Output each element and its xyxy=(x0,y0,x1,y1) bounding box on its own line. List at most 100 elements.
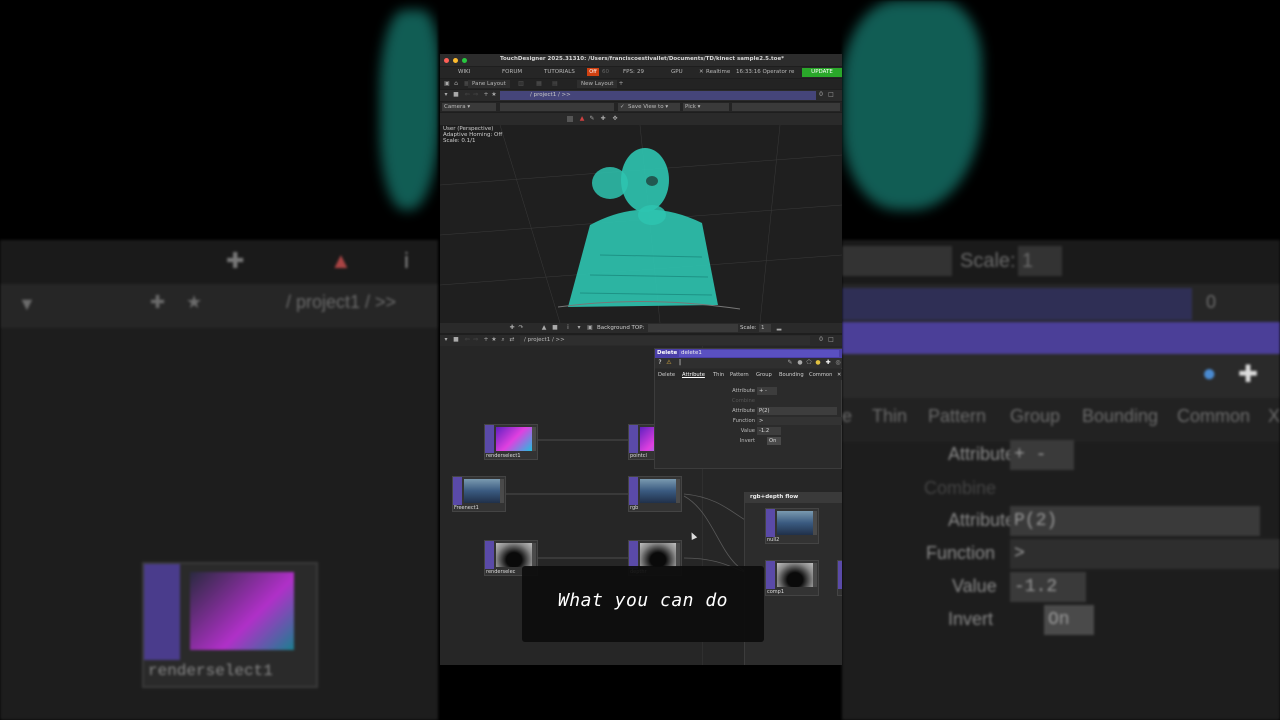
pick-field[interactable] xyxy=(732,103,840,111)
python-icon[interactable]: ● xyxy=(815,360,821,366)
node-comp1[interactable]: comp1 xyxy=(765,560,819,596)
bg-field-blank xyxy=(842,246,952,276)
node-thumbnail xyxy=(496,427,532,451)
tab-pane-layout[interactable]: Pane Layout xyxy=(468,80,510,88)
tab-bounding[interactable]: Bounding xyxy=(779,372,804,378)
home-view-icon[interactable] xyxy=(567,116,573,122)
net-back-icon[interactable]: ⇦ xyxy=(464,337,470,343)
maximize-pane-icon[interactable]: □ xyxy=(828,92,834,98)
save-view-select[interactable]: Save View to ▾ xyxy=(626,103,680,111)
tab-attribute[interactable]: Attribute xyxy=(682,372,705,378)
net-maximize-icon[interactable]: □ xyxy=(828,337,834,343)
off-badge[interactable]: Off xyxy=(587,68,599,76)
op-name-field[interactable]: delete1 xyxy=(679,350,839,357)
stop-icon[interactable]: ■ xyxy=(453,92,459,98)
menu-wiki[interactable]: WIKI xyxy=(458,69,470,75)
net-collapse-icon[interactable]: ▾ xyxy=(443,337,449,343)
add-op-icon[interactable]: + xyxy=(483,92,489,98)
home-icon[interactable]: ⌂ xyxy=(453,81,459,87)
forward-icon[interactable]: ⇨ xyxy=(473,92,479,98)
bottom-render-icon[interactable]: ▲ xyxy=(541,325,547,331)
net-star-icon[interactable]: ★ xyxy=(491,337,497,343)
info-icon[interactable]: ⚠ xyxy=(666,360,672,366)
scale-slider-icon[interactable]: ▂ xyxy=(776,325,782,331)
viewer-path-field[interactable]: / project1 / >> xyxy=(500,91,816,100)
bottom-add-icon[interactable]: ✚ xyxy=(509,325,515,331)
bottom-down-icon[interactable]: ▾ xyxy=(576,325,582,331)
add-tab-icon[interactable]: + xyxy=(618,81,624,87)
net-search-icon[interactable]: ⌕ xyxy=(500,337,506,343)
realtime-checkbox[interactable]: ✕ xyxy=(699,69,704,75)
pane-split4-icon[interactable]: ▤ xyxy=(552,81,558,87)
tab-new-layout[interactable]: New Layout xyxy=(577,80,618,88)
tab-common[interactable]: Common xyxy=(809,372,832,378)
layout-icon[interactable]: ▣ xyxy=(444,81,450,87)
pane-split3-icon[interactable]: ▦ xyxy=(536,81,542,87)
bg-attr-value-5: On xyxy=(1044,605,1094,635)
invert-toggle[interactable]: On xyxy=(767,437,781,445)
network-path-text: / project1 / >> xyxy=(524,337,565,343)
help-icon[interactable]: ? xyxy=(657,360,663,366)
node-flag[interactable] xyxy=(676,479,680,503)
param-label: Attribute xyxy=(732,408,755,414)
node-flag[interactable] xyxy=(676,543,680,567)
edit-icon[interactable]: ✎ xyxy=(787,360,793,366)
tab-pattern[interactable]: Pattern xyxy=(730,372,749,378)
update-button[interactable]: UPDATE xyxy=(802,68,842,77)
minimize-window-icon[interactable] xyxy=(453,58,458,63)
menu-tutorials[interactable]: TUTORIALS xyxy=(544,69,575,75)
pick-select[interactable]: Pick ▾ xyxy=(683,103,729,111)
node-freenect1[interactable]: Freenect1 xyxy=(452,476,506,512)
collapse-icon[interactable]: ▾ xyxy=(443,92,449,98)
bottom-info-icon[interactable]: i xyxy=(565,325,571,331)
comment-icon[interactable]: ● xyxy=(797,360,803,366)
maximize-window-icon[interactable] xyxy=(462,58,467,63)
menu-forum[interactable]: FORUM xyxy=(502,69,522,75)
scale-field[interactable]: 1 xyxy=(759,324,771,332)
3d-viewport[interactable]: User (Perspective) Adaptive Homing: Off … xyxy=(440,125,842,323)
node-flag[interactable] xyxy=(500,479,504,503)
background-top-field[interactable] xyxy=(648,324,738,332)
net-forward-icon[interactable]: ⇨ xyxy=(473,337,479,343)
network-path-field[interactable]: / project1 / >> xyxy=(520,336,810,345)
camera-select[interactable]: Camera ▾ xyxy=(442,103,496,111)
node-partial[interactable] xyxy=(837,560,842,596)
pencil-icon[interactable]: ✎ xyxy=(589,116,595,122)
node-flag[interactable] xyxy=(532,427,536,451)
net-link-icon[interactable]: ⇄ xyxy=(509,337,515,343)
function-select[interactable]: > xyxy=(757,417,842,425)
tab-delete[interactable]: Delete xyxy=(658,372,675,378)
close-tabs-icon[interactable]: ✕ xyxy=(837,372,841,378)
viewer-add-icon[interactable]: ✚ xyxy=(600,116,606,122)
lock-checkbox[interactable]: ✓ xyxy=(618,103,626,111)
pane-split2-icon[interactable]: ▥ xyxy=(518,81,524,87)
tab-thin[interactable]: Thin xyxy=(713,372,724,378)
node-flag[interactable] xyxy=(532,543,536,567)
net-add-icon[interactable]: + xyxy=(483,337,489,343)
tag-icon[interactable]: ⬠ xyxy=(806,360,812,366)
bottom-cube-icon[interactable]: ■ xyxy=(552,325,558,331)
node-flag[interactable] xyxy=(813,511,817,535)
param-row-function: Function > xyxy=(655,417,842,426)
tab-group[interactable]: Group xyxy=(756,372,772,378)
back-icon[interactable]: ⇦ xyxy=(464,92,470,98)
camera-field[interactable] xyxy=(500,103,614,111)
attribute-name-field[interactable]: P(2) xyxy=(757,407,837,415)
node-flag[interactable] xyxy=(813,563,817,587)
bookmark-icon[interactable]: ★ xyxy=(491,92,497,98)
node-rgb[interactable]: rgb xyxy=(628,476,682,512)
param-add-remove[interactable]: + - xyxy=(757,387,777,395)
target-icon[interactable]: ◎ xyxy=(835,360,841,366)
network-pathbar: ▾ ■ ⇦ ⇨ + ★ ⌕ ⇄ / project1 / >> 0 □ xyxy=(440,335,842,346)
move-icon[interactable]: ✥ xyxy=(612,116,618,122)
close-window-icon[interactable] xyxy=(444,58,449,63)
bottom-tool-icon[interactable]: ↷ xyxy=(518,325,524,331)
bottom-monitor-icon[interactable]: ▣ xyxy=(587,325,593,331)
net-stop-icon[interactable]: ■ xyxy=(453,337,459,343)
node-renderselect1[interactable]: renderselect1 xyxy=(484,424,538,460)
value-field[interactable]: -1.2 xyxy=(757,427,781,435)
node-null2[interactable]: null2 xyxy=(765,508,819,544)
render-mode-icon[interactable]: ▲ xyxy=(579,116,585,122)
bg-python-icon: ● xyxy=(1202,360,1217,387)
add-param-icon[interactable]: ✚ xyxy=(825,360,831,366)
